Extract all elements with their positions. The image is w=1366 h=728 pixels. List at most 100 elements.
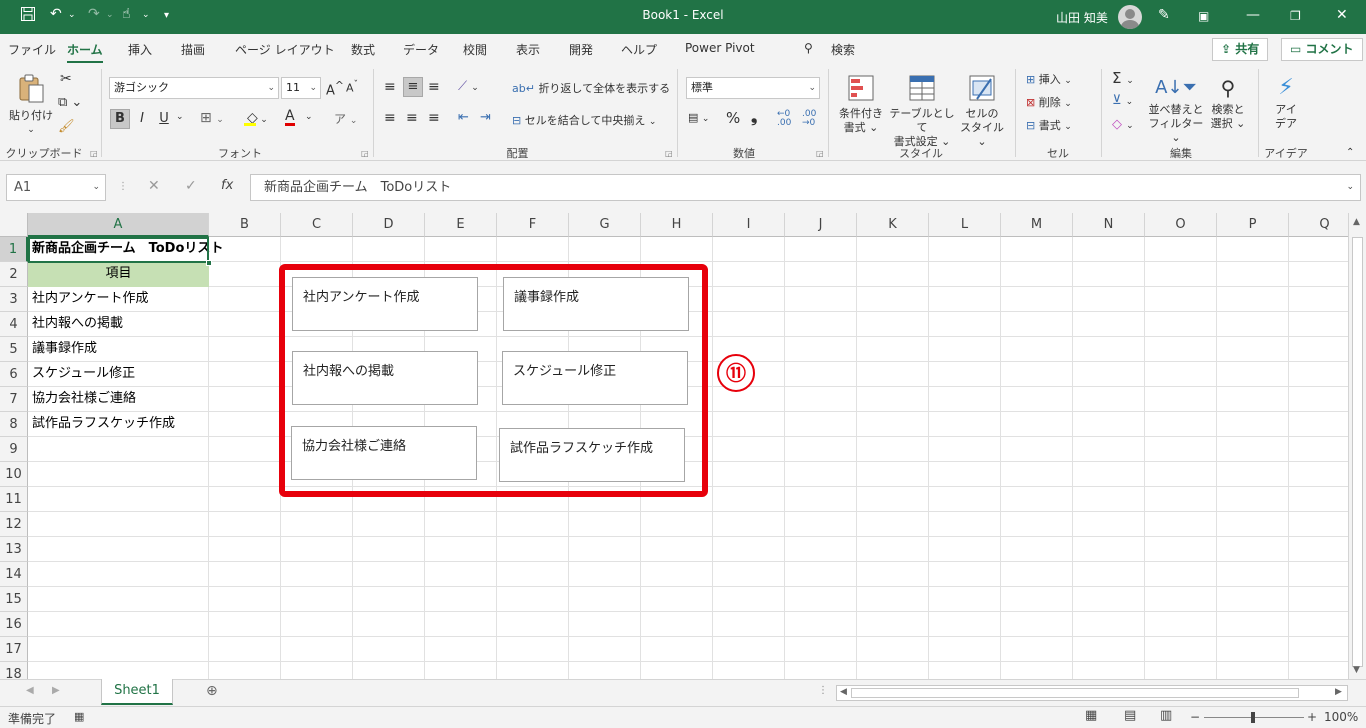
scroll-thumb[interactable] — [851, 688, 1299, 698]
row-header[interactable]: 7 — [0, 387, 28, 412]
fill-icon[interactable]: ⊻ ⌄ — [1112, 93, 1133, 108]
row-header[interactable]: 13 — [0, 537, 28, 562]
font-launcher-icon[interactable]: ◲ — [361, 149, 369, 158]
sheet-tab-sheet1[interactable]: Sheet1 — [101, 679, 173, 705]
column-header[interactable]: H — [641, 213, 713, 237]
search-icon[interactable]: ⚲ — [804, 41, 813, 55]
font-color-icon[interactable]: A — [285, 109, 295, 126]
sort-filter-button[interactable]: A↓⏷ 並べ替えと フィルター ⌄ — [1146, 73, 1206, 145]
normal-view-icon[interactable]: ▦ — [1085, 708, 1097, 723]
borders-icon[interactable]: ⊞ ⌄ — [200, 110, 224, 126]
zoom-in-icon[interactable]: + — [1307, 710, 1317, 724]
column-header[interactable]: F — [497, 213, 569, 237]
search-label[interactable]: 検索 — [831, 41, 855, 58]
splitter-icon[interactable]: ⋮ — [818, 685, 828, 696]
formula-input[interactable]: 新商品企画チーム ToDoリスト ⌄ — [250, 174, 1361, 201]
tab-draw[interactable]: 描画 — [181, 41, 205, 58]
align-left-icon[interactable]: ≡ — [384, 110, 396, 126]
alignment-launcher-icon[interactable]: ◲ — [665, 149, 673, 158]
decrease-indent-icon[interactable]: ⇤ — [458, 110, 469, 125]
phonetic-icon[interactable]: ア ⌄ — [334, 110, 357, 127]
increase-indent-icon[interactable]: ⇥ — [480, 110, 491, 125]
autosum-icon[interactable]: Σ ⌄ — [1112, 69, 1134, 87]
ideas-button[interactable]: ⚡ アイ デア — [1266, 73, 1306, 131]
insert-function-icon[interactable]: fx — [221, 178, 233, 193]
row-header[interactable]: 5 — [0, 337, 28, 362]
row-header[interactable]: 2 — [0, 262, 28, 287]
scroll-right-icon[interactable]: ▶ — [1335, 687, 1342, 697]
insert-cells-button[interactable]: ⊞ 挿入 ⌄ — [1026, 71, 1072, 87]
horizontal-scrollbar[interactable]: ◀ ▶ — [836, 685, 1348, 701]
row-header[interactable]: 18 — [0, 662, 28, 679]
zoom-slider-thumb[interactable] — [1251, 712, 1255, 723]
row-header[interactable]: 14 — [0, 562, 28, 587]
tab-file[interactable]: ファイル — [8, 41, 56, 58]
minimize-icon[interactable]: — — [1246, 7, 1260, 23]
tab-help[interactable]: ヘルプ — [621, 41, 657, 58]
decrease-decimal-icon[interactable]: .00 →0 — [802, 110, 816, 128]
align-center-icon[interactable]: ≡ — [406, 110, 418, 126]
share-button[interactable]: ⇪ 共有 — [1212, 38, 1269, 61]
font-name-select[interactable]: 游ゴシック ⌄ — [109, 77, 279, 99]
cell-a7[interactable]: 協力会社様ご連絡 — [28, 387, 136, 412]
sheet-prev-icon[interactable]: ◀ — [26, 685, 34, 696]
align-middle-icon[interactable]: ≡ — [403, 77, 423, 97]
tab-data[interactable]: データ — [403, 41, 439, 58]
format-as-table-button[interactable]: テーブルとして 書式設定 ⌄ — [887, 73, 957, 149]
conditional-format-button[interactable]: 条件付き 書式 ⌄ — [835, 73, 887, 135]
add-sheet-icon[interactable]: ⊕ — [206, 683, 218, 699]
clipboard-launcher-icon[interactable]: ◲ — [90, 149, 98, 158]
column-header[interactable]: L — [929, 213, 1001, 237]
copy-icon[interactable]: ⧉ ⌄ — [58, 95, 82, 110]
column-header[interactable]: B — [209, 213, 281, 237]
cell-a2[interactable]: 項目 — [28, 262, 209, 287]
row-header[interactable]: 17 — [0, 637, 28, 662]
format-cells-button[interactable]: ⊟ 書式 ⌄ — [1026, 117, 1072, 133]
select-all-corner[interactable] — [0, 213, 28, 237]
paste-button[interactable]: 貼り付け ⌄ — [8, 73, 54, 137]
cell-a4[interactable]: 社内報への掲載 — [28, 312, 123, 337]
tab-page-layout[interactable]: ページ レイアウト — [235, 41, 335, 58]
font-color-dropdown-icon[interactable]: ⌄ — [305, 112, 313, 122]
column-header[interactable]: O — [1145, 213, 1217, 237]
decrease-font-icon[interactable]: Aˇ — [346, 79, 358, 95]
cell-a8[interactable]: 試作品ラフスケッチ作成 — [28, 412, 175, 437]
row-header[interactable]: 8 — [0, 412, 28, 437]
number-launcher-icon[interactable]: ◲ — [816, 149, 824, 158]
row-header[interactable]: 6 — [0, 362, 28, 387]
column-header[interactable]: K — [857, 213, 929, 237]
scroll-up-icon[interactable]: ▲ — [1353, 217, 1360, 227]
column-header[interactable]: C — [281, 213, 353, 237]
collapse-ribbon-icon[interactable]: ⌃ — [1346, 147, 1354, 158]
tab-insert[interactable]: 挿入 — [128, 41, 152, 58]
orientation-icon[interactable]: ⟋ ⌄ — [458, 79, 479, 94]
percent-icon[interactable]: % — [726, 109, 740, 127]
avatar[interactable] — [1118, 5, 1142, 29]
column-header[interactable]: E — [425, 213, 497, 237]
increase-font-icon[interactable]: A^ — [326, 79, 344, 98]
restore-icon[interactable]: ❐ — [1290, 9, 1301, 23]
cell-styles-button[interactable]: セルの スタイル ⌄ — [955, 73, 1009, 149]
cell-a3[interactable]: 社内アンケート作成 — [28, 287, 148, 312]
scroll-down-icon[interactable]: ▼ — [1353, 665, 1360, 675]
increase-decimal-icon[interactable]: ←0.00 — [777, 110, 791, 128]
italic-button[interactable]: I — [132, 109, 152, 129]
tab-view[interactable]: 表示 — [516, 41, 540, 58]
row-header[interactable]: 9 — [0, 437, 28, 462]
comment-button[interactable]: ▭ コメント — [1281, 38, 1363, 61]
align-right-icon[interactable]: ≡ — [428, 110, 440, 126]
expand-formula-icon[interactable]: ⌄ — [1346, 175, 1354, 200]
vertical-scrollbar[interactable]: ▲ ▼ — [1348, 213, 1366, 679]
font-size-select[interactable]: 11 ⌄ — [281, 77, 321, 99]
column-header[interactable]: M — [1001, 213, 1073, 237]
name-box[interactable]: A1 ⌄ — [6, 174, 106, 201]
row-header[interactable]: 4 — [0, 312, 28, 337]
row-header[interactable]: 15 — [0, 587, 28, 612]
zoom-level[interactable]: 100% — [1324, 710, 1358, 724]
ribbon-display-icon[interactable]: ▣ — [1198, 9, 1209, 23]
underline-dropdown-icon[interactable]: ⌄ — [176, 112, 184, 122]
tab-home[interactable]: ホーム — [67, 41, 103, 63]
row-header[interactable]: 11 — [0, 487, 28, 512]
row-header[interactable]: 3 — [0, 287, 28, 312]
bold-button[interactable]: B — [110, 109, 130, 129]
